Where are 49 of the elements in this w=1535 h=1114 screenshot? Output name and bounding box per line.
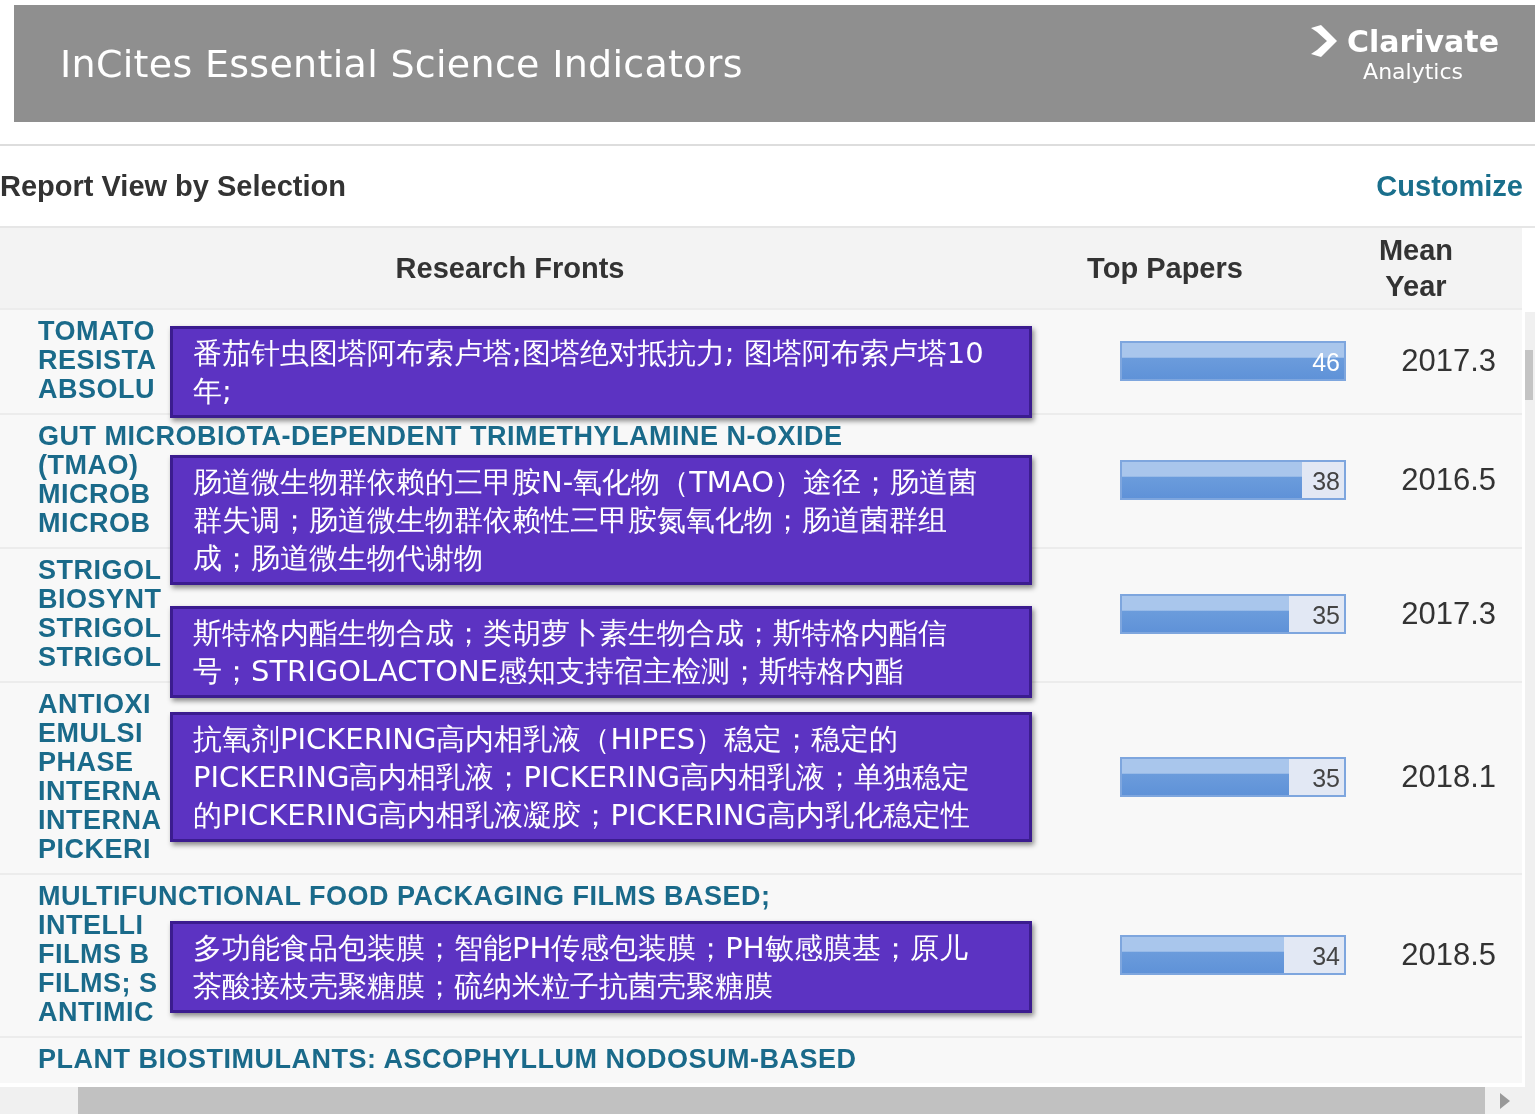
research-front-text: STRIGOL [38, 614, 162, 643]
customize-link[interactable]: Customize [1376, 169, 1523, 203]
mean-year: 2018.5 [1400, 936, 1497, 973]
research-front-text: STRIGOL [38, 643, 162, 672]
research-front-text: INTERNA [38, 777, 162, 806]
bar-value: 35 [1312, 764, 1340, 793]
research-front-text: MICROB [38, 480, 151, 509]
research-front-text: ANTIMIC [38, 998, 154, 1027]
bar-value: 34 [1312, 941, 1340, 971]
translation-overlay: 抗氧剂PICKERING高内相乳液（HIPES）稳定；稳定的PICKERING高内相乳液；PICKERING高内相乳液；单独稳定的PICKERING高内相乳液凝胶；PICKERING高内乳化稳定性 [170, 712, 1032, 842]
research-front-text: INTERNA [38, 806, 162, 835]
mean-year: 2017.3 [1400, 596, 1497, 632]
research-front-text: PHASE [38, 748, 134, 777]
column-header: Top Papers [1086, 251, 1244, 286]
translation-overlay: 肠道微生物群依赖的三甲胺N-氧化物（TMAO）途径；肠道菌群失调；肠道微生物群依赖性三甲胺氮氧化物；肠道菌群组成；肠道微生物代谢物 [170, 455, 1032, 585]
research-front-text: INTELLI [38, 911, 144, 940]
logo-name: Clarivate [1346, 23, 1499, 59]
translation-overlay: 斯特格内酯生物合成；类胡萝卜素生物合成；斯特格内酯信号；STRIGOLACTONE感知支持宿主检测；斯特格内酯 [170, 606, 1032, 698]
research-front-text: BIOSYNT [38, 585, 162, 614]
mean-year: 2018.1 [1400, 759, 1497, 795]
logo-subtitle: Analytics [1363, 58, 1463, 84]
research-front-text: TOMATO [38, 317, 155, 346]
research-front-text: PLANT BIOSTIMULANTS: ASCOPHYLLUM NODOSUM-BASED [38, 1045, 857, 1074]
research-front-text: ABSOLU [38, 375, 155, 404]
research-front-text: EMULSI [38, 719, 143, 748]
app-title: InCites Essential Science Indicators [60, 41, 743, 86]
research-front-text: (TMAO) [38, 451, 139, 480]
horizontal-scrollbar[interactable] [0, 1087, 1535, 1114]
research-front-text: FILMS B [38, 940, 150, 969]
mean-year: 2017.3 [1400, 342, 1497, 379]
right-arrow-icon[interactable] [1499, 1091, 1511, 1110]
translation-overlay: 多功能食品包装膜；智能PH传感包装膜；PH敏感膜基；原儿茶酸接枝壳聚糖膜；硫纳米粒子抗菌壳聚糖膜 [170, 921, 1032, 1013]
research-front-text: RESISTA [38, 346, 157, 375]
translation-overlay: 番茄针虫图塔阿布索卢塔;图塔绝对抵抗力; 图塔阿布索卢塔10年; [170, 326, 1032, 418]
research-front-text: MICROB [38, 509, 151, 538]
research-front-text: PICKERI [38, 835, 152, 864]
column-header: Research Fronts [394, 251, 626, 286]
column-header: Mean Year [1377, 233, 1455, 304]
mean-year: 2016.5 [1400, 462, 1497, 498]
bar-value: 38 [1312, 467, 1340, 496]
vertical-scrollbar[interactable] [1525, 312, 1535, 1087]
research-front-text: STRIGOL [38, 556, 162, 585]
research-front-text: FILMS; S [38, 969, 158, 998]
bar-value: 35 [1312, 601, 1340, 630]
bar-value: 46 [1312, 347, 1340, 377]
research-front-text: ANTIOXI [38, 690, 151, 719]
research-front-text: GUT MICROBIOTA-DEPENDENT TRIMETHYLAMINE N-OXIDE [38, 422, 843, 451]
research-front-text: MULTIFUNCTIONAL FOOD PACKAGING FILMS BASED; [38, 882, 771, 911]
report-title: Report View by Selection [0, 169, 346, 203]
